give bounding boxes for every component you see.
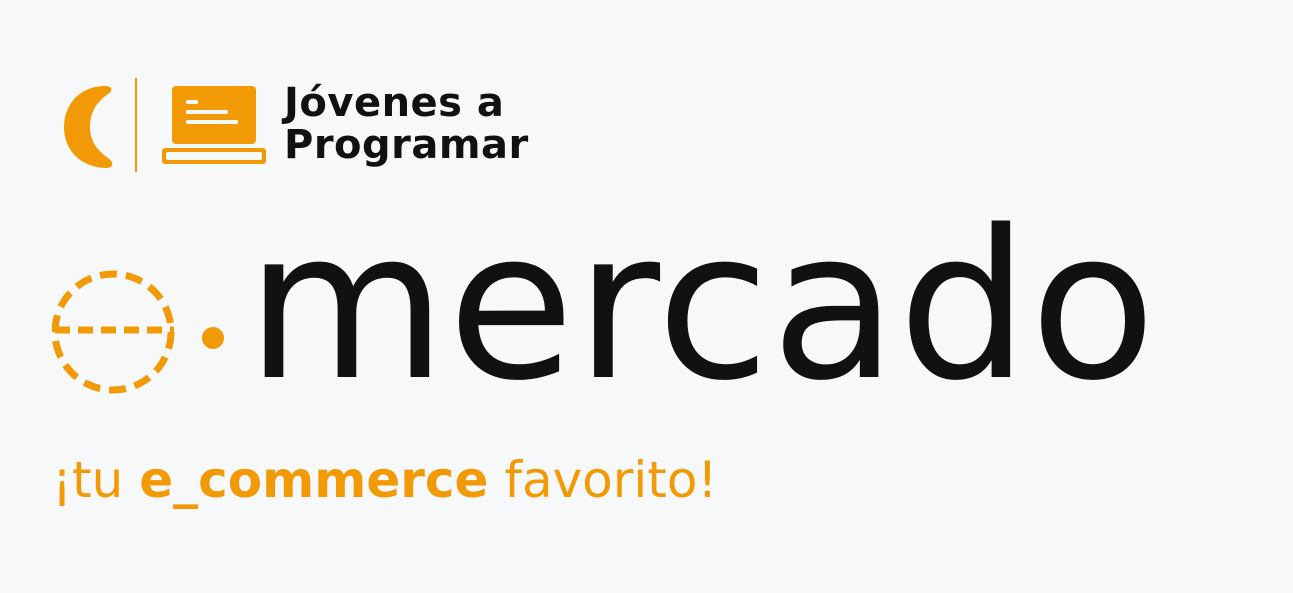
logo-divider xyxy=(135,78,137,172)
logo-line-1: Jóvenes a xyxy=(284,80,505,126)
tagline-suffix: favorito! xyxy=(488,451,718,509)
tagline: ¡tu e_commerce favorito! xyxy=(52,448,717,512)
jovenes-a-programar-logo: Jóvenes a Programar xyxy=(62,78,582,174)
tagline-prefix: ¡tu xyxy=(52,451,140,509)
tagline-highlight: e_commerce xyxy=(139,451,489,509)
crescent-moon-icon xyxy=(64,85,113,168)
logo-line-2: Programar xyxy=(284,122,529,168)
logo-text: Jóvenes a Programar xyxy=(284,82,529,166)
brand-name: mercado xyxy=(246,186,1157,426)
dashed-e-icon xyxy=(52,270,224,394)
laptop-icon xyxy=(162,86,266,164)
